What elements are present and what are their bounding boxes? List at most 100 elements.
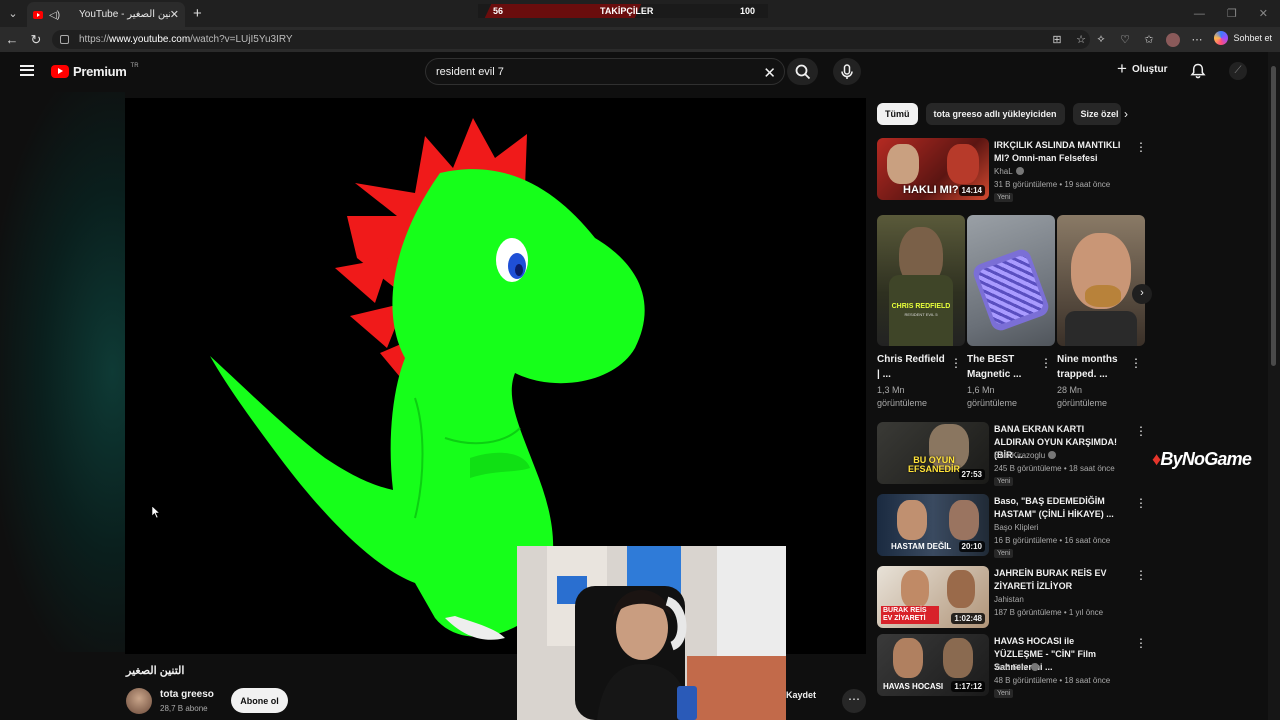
video-thumbnail[interactable]: HAVAS HOCASI 1:17:12 [877, 634, 989, 696]
refresh-icon[interactable]: ↻ [24, 32, 48, 48]
recommendation-item[interactable]: HAKLI MI? 14:14 IRKÇILIK ASLINDA MANTIKL… [877, 138, 1147, 202]
address-bar-actions: ⊞ ☆ [1050, 31, 1088, 48]
favorites-icon[interactable]: ✩ [1142, 33, 1156, 47]
watermark-part-a: By [1160, 449, 1182, 469]
copilot-button[interactable]: Sohbet et [1214, 31, 1272, 45]
more-options-icon[interactable]: ⋮ [1040, 356, 1052, 370]
guide-menu-icon[interactable] [20, 65, 34, 76]
short-title[interactable]: The BEST Magnetic ... [967, 352, 1037, 382]
thumbnail-text: BURAK REİS EV ZİYARETİ [881, 606, 939, 624]
recommendation-item[interactable]: BU OYUN EFSANEDİR 27:53 BANA EKRAN KARTI… [877, 422, 1147, 486]
settings-more-icon[interactable]: ⋯ [1190, 33, 1204, 47]
search-value: resident evil 7 [436, 65, 504, 78]
youtube-play-logo-icon [51, 65, 69, 78]
create-button[interactable]: + Oluştur [1117, 59, 1168, 78]
more-actions-button[interactable]: ⋯ [842, 689, 866, 713]
chip-all[interactable]: Tümü [877, 103, 918, 125]
video-meta: 48 B görüntüleme • 18 saat önce [994, 676, 1111, 685]
close-window-icon[interactable]: ✕ [1259, 7, 1268, 20]
video-title[interactable]: Baso, "BAŞ EDEMEDİĞİM HASTAM" (ÇİNLİ HİK… [994, 495, 1124, 521]
video-duration: 1:02:48 [951, 613, 985, 624]
video-title[interactable]: IRKÇILIK ASLINDA MANTIKLI MI? Omni-man F… [994, 139, 1124, 165]
channel-name[interactable]: KhaL [994, 167, 1024, 176]
page-scrollbar[interactable] [1268, 52, 1280, 720]
short-thumbnail[interactable] [1057, 215, 1145, 346]
save-button[interactable]: Kaydet [786, 690, 816, 700]
video-thumbnail[interactable]: HAKLI MI? 14:14 [877, 138, 989, 200]
address-toolbar: ← ↻ https://www.youtube.com/watch?v=LUjI… [0, 27, 1280, 52]
recommendation-item[interactable]: BURAK REİS EV ZİYARETİ 1:02:48 JAHREİN B… [877, 566, 1147, 628]
more-options-icon[interactable]: ⋮ [1135, 569, 1147, 581]
channel-name[interactable]: Jahistan [994, 595, 1024, 604]
site-info-icon[interactable] [60, 35, 69, 44]
tab-title: YouTube - التنين الصغير [79, 9, 170, 20]
video-thumbnail[interactable]: BU OYUN EFSANEDİR 27:53 [877, 422, 989, 484]
thumbnail-text: HAVAS HOCASI [883, 682, 944, 691]
search-button[interactable] [787, 58, 818, 85]
favorite-star-icon[interactable]: ☆ [1074, 33, 1088, 47]
channel-name[interactable]: tota greeso [160, 689, 214, 700]
browser-essentials-icon[interactable]: ♡ [1118, 33, 1132, 47]
short-item[interactable]: CHRIS REDFIELD RESIDENT EVIL 5 Chris Red… [877, 215, 965, 410]
chip-for-you[interactable]: Size özel [1072, 103, 1121, 125]
shorts-next-icon[interactable]: › [1132, 284, 1152, 304]
recommendation-item[interactable]: HAVAS HOCASI 1:17:12 HAVAS HOCASI ile YÜ… [877, 634, 1147, 698]
new-tab-icon[interactable]: + [193, 5, 202, 22]
short-item[interactable]: Nine months trapped. ... 28 Mn görüntüle… [1057, 215, 1145, 410]
more-options-icon[interactable]: ⋮ [1130, 356, 1142, 370]
thumbnail-text: HASTAM DEĞİL [891, 542, 952, 551]
new-badge: Yeni [994, 689, 1014, 698]
browser-tab[interactable]: ◁) YouTube - التنين الصغير ✕ [27, 2, 185, 27]
more-options-icon[interactable]: ⋮ [1135, 141, 1147, 153]
channel-name-text: KhaL [994, 167, 1013, 176]
tab-close-icon[interactable]: ✕ [170, 8, 179, 21]
microphone-icon [841, 63, 853, 79]
extensions-area: ⟡ ♡ ✩ ⋯ [1094, 31, 1204, 48]
channel-name-text: Jahistan [994, 595, 1024, 604]
extensions-icon[interactable]: ⟡ [1094, 33, 1108, 47]
video-title[interactable]: JAHREİN BURAK REİS EV ZİYARETİ İZLİYOR [994, 567, 1124, 593]
short-thumbnail[interactable] [967, 215, 1055, 346]
short-thumbnail[interactable]: CHRIS REDFIELD RESIDENT EVIL 5 [877, 215, 965, 346]
channel-name[interactable]: Enis Kirazoglu [994, 451, 1057, 460]
channel-name-text: Başo Klipleri [994, 523, 1039, 532]
voice-search-button[interactable] [833, 58, 861, 85]
clear-search-icon[interactable]: ✕ [763, 64, 776, 82]
new-badge: Yeni [994, 193, 1014, 202]
subscribe-button[interactable]: Abone ol [231, 688, 288, 713]
channel-name[interactable]: Başo Klipleri [994, 523, 1038, 532]
notifications-bell-icon[interactable] [1190, 63, 1206, 79]
account-avatar[interactable]: ⟋ [1229, 62, 1247, 80]
video-thumbnail[interactable]: BURAK REİS EV ZİYARETİ 1:02:48 [877, 566, 989, 628]
more-options-icon[interactable]: ⋮ [950, 356, 962, 370]
profile-avatar[interactable] [1166, 32, 1180, 47]
copilot-icon [1214, 31, 1229, 45]
youtube-premium-logo[interactable]: Premium TR [51, 63, 139, 79]
chip-from-uploader[interactable]: tota greeso adlı yükleyiciden [925, 103, 1065, 125]
short-item[interactable]: The BEST Magnetic ... 1,6 Mn görüntüleme… [967, 215, 1055, 410]
plus-icon: + [1117, 59, 1127, 78]
youtube-favicon-icon [33, 10, 43, 19]
app-available-icon[interactable]: ⊞ [1050, 33, 1064, 47]
recommendation-item[interactable]: HASTAM DEĞİL 20:10 Baso, "BAŞ EDEMEDİĞİM… [877, 494, 1147, 558]
minimize-icon[interactable]: — [1194, 8, 1205, 20]
search-input[interactable]: resident evil 7 ✕ [425, 58, 785, 85]
address-bar[interactable]: https://www.youtube.com/watch?v=LUjI5Yu3… [52, 30, 1090, 49]
video-thumbnail[interactable]: HASTAM DEĞİL 20:10 [877, 494, 989, 556]
search-icon [795, 64, 810, 79]
back-icon[interactable]: ← [0, 32, 24, 47]
scrollbar-thumb[interactable] [1271, 66, 1276, 366]
short-title[interactable]: Nine months trapped. ... [1057, 352, 1127, 382]
webcam-overlay [517, 546, 786, 720]
speaker-icon[interactable]: ◁) [49, 10, 60, 21]
more-options-icon[interactable]: ⋮ [1135, 637, 1147, 649]
chips-next-icon[interactable]: › [1124, 107, 1128, 121]
maximize-icon[interactable]: ❐ [1227, 7, 1237, 20]
more-options-icon[interactable]: ⋮ [1135, 497, 1147, 509]
more-options-icon[interactable]: ⋮ [1135, 425, 1147, 437]
channel-avatar[interactable] [126, 688, 152, 714]
tab-list-chevron-icon[interactable]: ⌄ [0, 0, 26, 27]
video-title: التنين الصغير [126, 665, 185, 677]
channel-name[interactable]: Yer6 Film [994, 663, 1039, 672]
short-title[interactable]: Chris Redfield | ... [877, 352, 947, 382]
